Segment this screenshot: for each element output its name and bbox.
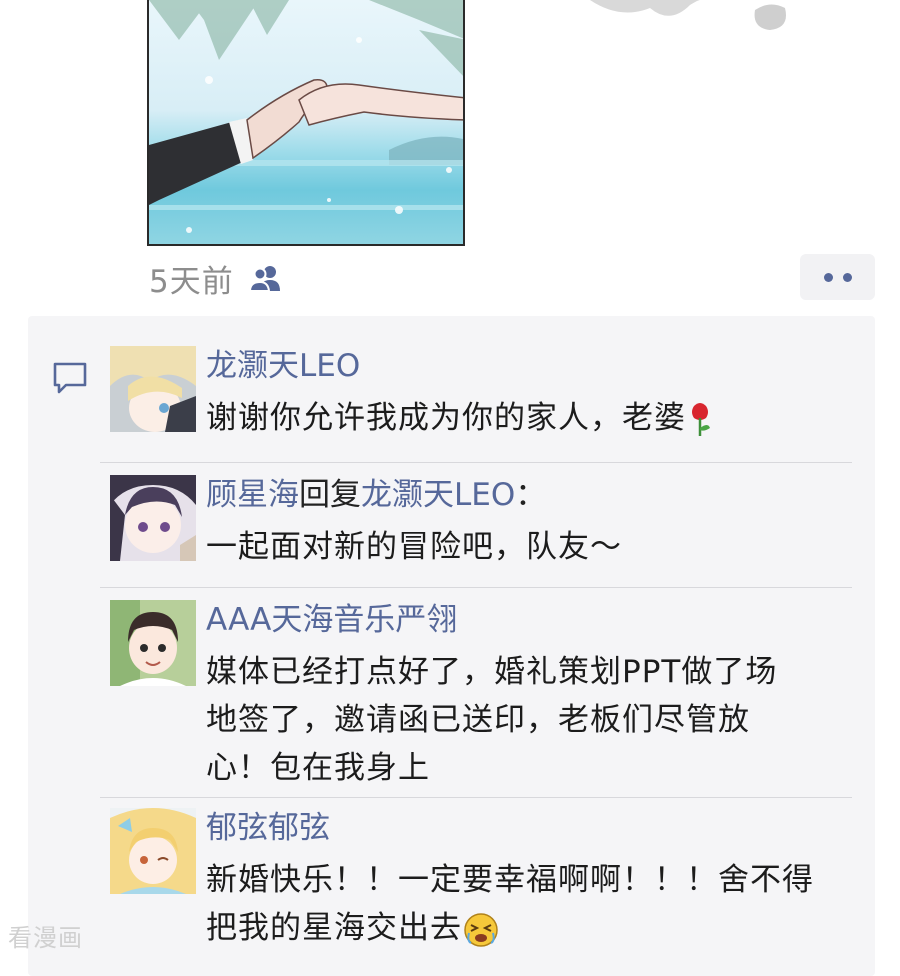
rose-icon [692, 402, 710, 436]
comment-text-line: 把我的星海交出去 [206, 910, 462, 946]
post-meta-row: 5天前 [149, 258, 282, 300]
comment-item[interactable]: 龙灏天LEO 谢谢你允许我成为你的家人，老婆 [110, 346, 853, 446]
post-image[interactable] [147, 0, 465, 246]
divider [100, 797, 852, 798]
crying-face-icon [464, 912, 498, 947]
more-options-button[interactable] [800, 254, 875, 300]
friends-icon [248, 266, 280, 292]
comment-text-line: 媒体已经打点好了，婚礼策划PPT做了场 [206, 654, 778, 690]
comment-item[interactable]: 顾星海回复龙灏天LEO： 一起面对新的冒险吧，队友～ [110, 475, 853, 575]
comment-author[interactable]: 龙灏天LEO [206, 348, 360, 384]
avatar[interactable] [110, 346, 196, 432]
avatar[interactable] [110, 475, 196, 561]
reply-label: 回复 [299, 477, 361, 513]
reply-target[interactable]: 龙灏天LEO [361, 477, 515, 513]
reply-colon: ： [515, 477, 547, 513]
comment-text: 谢谢你允许我成为你的家人，老婆 [206, 400, 686, 436]
decorative-art [590, 0, 786, 30]
comment-icon [53, 362, 87, 394]
wedding-hands-photo [149, 0, 463, 233]
more-dots-icon [842, 272, 852, 282]
comment-text-line: 新婚快乐！！一定要幸福啊啊！！！舍不得 [206, 862, 814, 898]
comment-author[interactable]: AAA天海音乐严翎 [206, 602, 457, 638]
post-time: 5天前 [149, 263, 234, 300]
divider [100, 462, 852, 463]
divider [100, 587, 852, 588]
comment-item[interactable]: 郁弦郁弦 新婚快乐！！一定要幸福啊啊！！！舍不得 把我的星海交出去 [110, 808, 853, 948]
comment-author[interactable]: 顾星海 [206, 477, 299, 513]
watermark: 看漫画 [8, 924, 83, 952]
comment-text-line: 心！包在我身上 [206, 750, 430, 786]
avatar[interactable] [110, 808, 196, 894]
comment-item[interactable]: AAA天海音乐严翎 媒体已经打点好了，婚礼策划PPT做了场 地签了，邀请函已送印… [110, 600, 853, 786]
more-dots-icon [823, 272, 833, 282]
comment-author[interactable]: 郁弦郁弦 [206, 810, 330, 846]
comment-text: 一起面对新的冒险吧，队友～ [206, 529, 622, 565]
comment-text-line: 地签了，邀请函已送印，老板们尽管放 [206, 702, 750, 738]
avatar[interactable] [110, 600, 196, 686]
